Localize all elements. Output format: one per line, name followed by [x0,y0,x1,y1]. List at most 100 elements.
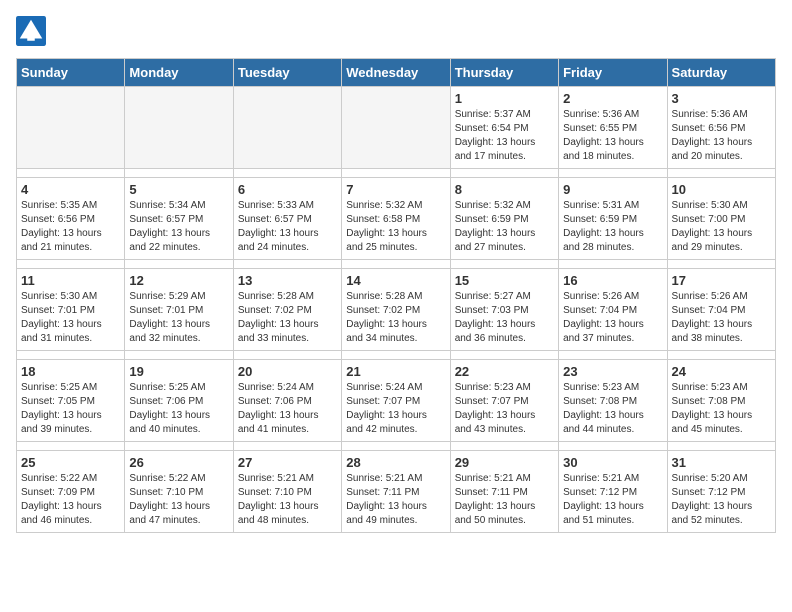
day-number: 1 [455,91,554,106]
day-number: 27 [238,455,337,470]
day-number: 25 [21,455,120,470]
calendar-cell: 5 Sunrise: 5:34 AMSunset: 6:57 PMDaylight… [125,178,233,260]
calendar-cell: 23 Sunrise: 5:23 AMSunset: 7:08 PMDayligh… [559,360,667,442]
day-info: Sunrise: 5:30 AMSunset: 7:01 PMDaylight:… [21,290,120,346]
calendar-cell [233,87,341,169]
day-number: 20 [238,364,337,379]
day-number: 16 [563,273,662,288]
calendar-body: 1 Sunrise: 5:37 AMSunset: 6:54 PMDaylight… [17,87,776,533]
logo [16,16,50,46]
calendar-week-row: 4 Sunrise: 5:35 AMSunset: 6:56 PMDaylight… [17,178,776,260]
page-header [16,16,776,46]
day-number: 12 [129,273,228,288]
calendar-week-row: 18 Sunrise: 5:25 AMSunset: 7:05 PMDayligh… [17,360,776,442]
weekday-header: Sunday [17,59,125,87]
calendar-cell: 10 Sunrise: 5:30 AMSunset: 7:00 PMDayligh… [667,178,775,260]
day-number: 29 [455,455,554,470]
calendar-week-row: 25 Sunrise: 5:22 AMSunset: 7:09 PMDayligh… [17,451,776,533]
calendar-cell: 29 Sunrise: 5:21 AMSunset: 7:11 PMDayligh… [450,451,558,533]
weekday-header: Friday [559,59,667,87]
day-info: Sunrise: 5:23 AMSunset: 7:08 PMDaylight:… [563,381,662,437]
day-info: Sunrise: 5:25 AMSunset: 7:05 PMDaylight:… [21,381,120,437]
calendar-cell: 25 Sunrise: 5:22 AMSunset: 7:09 PMDayligh… [17,451,125,533]
day-info: Sunrise: 5:34 AMSunset: 6:57 PMDaylight:… [129,199,228,255]
calendar-cell: 6 Sunrise: 5:33 AMSunset: 6:57 PMDaylight… [233,178,341,260]
day-info: Sunrise: 5:28 AMSunset: 7:02 PMDaylight:… [346,290,445,346]
day-number: 15 [455,273,554,288]
day-number: 6 [238,182,337,197]
weekday-header: Wednesday [342,59,450,87]
day-number: 18 [21,364,120,379]
calendar-week-row: 11 Sunrise: 5:30 AMSunset: 7:01 PMDayligh… [17,269,776,351]
calendar-cell: 24 Sunrise: 5:23 AMSunset: 7:08 PMDayligh… [667,360,775,442]
day-number: 21 [346,364,445,379]
calendar-cell [342,87,450,169]
day-info: Sunrise: 5:31 AMSunset: 6:59 PMDaylight:… [563,199,662,255]
day-info: Sunrise: 5:37 AMSunset: 6:54 PMDaylight:… [455,108,554,164]
calendar-cell: 1 Sunrise: 5:37 AMSunset: 6:54 PMDaylight… [450,87,558,169]
calendar-cell: 3 Sunrise: 5:36 AMSunset: 6:56 PMDaylight… [667,87,775,169]
calendar-cell: 18 Sunrise: 5:25 AMSunset: 7:05 PMDayligh… [17,360,125,442]
day-number: 4 [21,182,120,197]
day-info: Sunrise: 5:21 AMSunset: 7:11 PMDaylight:… [455,472,554,528]
calendar-cell: 20Sunrise: 5:24 AMSunset: 7:06 PMDayligh… [233,360,341,442]
calendar-cell: 19 Sunrise: 5:25 AMSunset: 7:06 PMDayligh… [125,360,233,442]
day-info: Sunrise: 5:32 AMSunset: 6:58 PMDaylight:… [346,199,445,255]
day-info: Sunrise: 5:21 AMSunset: 7:12 PMDaylight:… [563,472,662,528]
day-info: Sunrise: 5:26 AMSunset: 7:04 PMDaylight:… [563,290,662,346]
day-number: 8 [455,182,554,197]
calendar-cell: 31Sunrise: 5:20 AMSunset: 7:12 PMDayligh… [667,451,775,533]
day-info: Sunrise: 5:33 AMSunset: 6:57 PMDaylight:… [238,199,337,255]
calendar-cell: 15Sunrise: 5:27 AMSunset: 7:03 PMDayligh… [450,269,558,351]
calendar-cell [17,87,125,169]
day-number: 7 [346,182,445,197]
day-number: 19 [129,364,228,379]
calendar-cell: 4 Sunrise: 5:35 AMSunset: 6:56 PMDaylight… [17,178,125,260]
row-separator [17,169,776,178]
calendar-cell: 30 Sunrise: 5:21 AMSunset: 7:12 PMDayligh… [559,451,667,533]
calendar-cell: 16 Sunrise: 5:26 AMSunset: 7:04 PMDayligh… [559,269,667,351]
day-number: 30 [563,455,662,470]
calendar-cell: 12Sunrise: 5:29 AMSunset: 7:01 PMDayligh… [125,269,233,351]
day-info: Sunrise: 5:22 AMSunset: 7:09 PMDaylight:… [21,472,120,528]
day-number: 22 [455,364,554,379]
calendar-cell: 17Sunrise: 5:26 AMSunset: 7:04 PMDayligh… [667,269,775,351]
row-separator [17,442,776,451]
row-separator [17,260,776,269]
day-info: Sunrise: 5:23 AMSunset: 7:08 PMDaylight:… [672,381,771,437]
calendar-cell: 8 Sunrise: 5:32 AMSunset: 6:59 PMDaylight… [450,178,558,260]
day-number: 2 [563,91,662,106]
calendar-cell: 7 Sunrise: 5:32 AMSunset: 6:58 PMDaylight… [342,178,450,260]
day-number: 24 [672,364,771,379]
day-info: Sunrise: 5:35 AMSunset: 6:56 PMDaylight:… [21,199,120,255]
calendar-cell: 22 Sunrise: 5:23 AMSunset: 7:07 PMDayligh… [450,360,558,442]
calendar-cell: 2 Sunrise: 5:36 AMSunset: 6:55 PMDaylight… [559,87,667,169]
day-number: 14 [346,273,445,288]
day-info: Sunrise: 5:23 AMSunset: 7:07 PMDaylight:… [455,381,554,437]
day-number: 3 [672,91,771,106]
day-number: 23 [563,364,662,379]
weekday-header: Saturday [667,59,775,87]
day-number: 17 [672,273,771,288]
day-info: Sunrise: 5:21 AMSunset: 7:10 PMDaylight:… [238,472,337,528]
day-info: Sunrise: 5:36 AMSunset: 6:55 PMDaylight:… [563,108,662,164]
day-number: 10 [672,182,771,197]
calendar-cell: 28Sunrise: 5:21 AMSunset: 7:11 PMDayligh… [342,451,450,533]
weekday-header: Tuesday [233,59,341,87]
day-number: 9 [563,182,662,197]
calendar-cell: 9 Sunrise: 5:31 AMSunset: 6:59 PMDaylight… [559,178,667,260]
day-number: 5 [129,182,228,197]
day-number: 28 [346,455,445,470]
weekday-row: SundayMondayTuesdayWednesdayThursdayFrid… [17,59,776,87]
calendar-table: SundayMondayTuesdayWednesdayThursdayFrid… [16,58,776,533]
day-number: 11 [21,273,120,288]
day-info: Sunrise: 5:32 AMSunset: 6:59 PMDaylight:… [455,199,554,255]
calendar-cell: 13Sunrise: 5:28 AMSunset: 7:02 PMDayligh… [233,269,341,351]
calendar-cell: 27 Sunrise: 5:21 AMSunset: 7:10 PMDayligh… [233,451,341,533]
day-info: Sunrise: 5:36 AMSunset: 6:56 PMDaylight:… [672,108,771,164]
day-info: Sunrise: 5:25 AMSunset: 7:06 PMDaylight:… [129,381,228,437]
calendar-cell [125,87,233,169]
calendar-cell: 14 Sunrise: 5:28 AMSunset: 7:02 PMDayligh… [342,269,450,351]
row-separator [17,351,776,360]
day-info: Sunrise: 5:30 AMSunset: 7:00 PMDaylight:… [672,199,771,255]
